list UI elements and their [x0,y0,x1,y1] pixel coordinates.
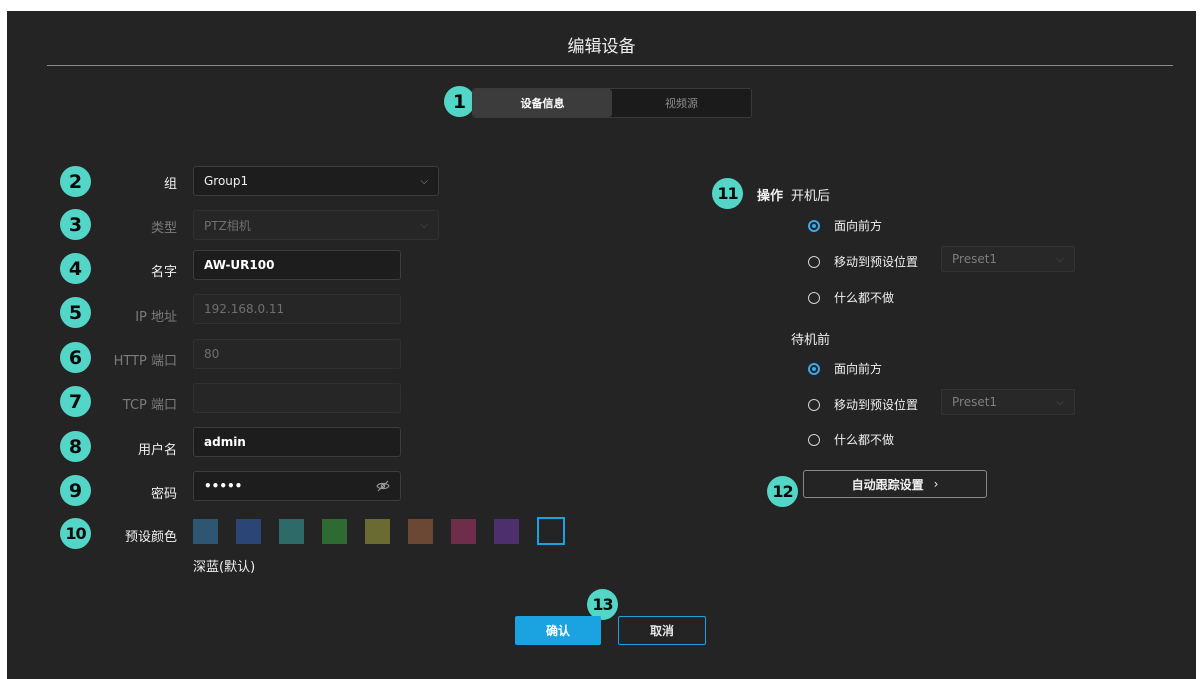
auto-tracking-settings-label: 自动跟踪设置 [851,477,924,492]
cancel-button[interactable]: 取消 [618,616,706,645]
before-standby-option-front-label: 面向前方 [834,362,883,376]
callout-badge-11: 11 [712,178,743,209]
dialog-title: 编辑设备 [567,37,636,57]
type-label: 类型 [150,221,177,236]
tab-device-info[interactable]: 设备信息 [473,89,612,117]
type-select-value: PTZ相机 [204,218,251,233]
group-select-value: Group1 [204,174,249,188]
selected-color-name: 深蓝(默认) [193,560,256,575]
callout-badge-12: 12 [767,476,798,507]
ip-input: 192.168.0.11 [193,294,401,324]
radio-checked-icon [808,219,820,232]
before-standby-option-nothing[interactable]: 什么都不做 [808,431,894,448]
callout-badge-1: 1 [444,86,475,117]
before-standby-option-preset-label: 移动到预设位置 [834,398,919,412]
chevron-right-icon: › [933,477,939,491]
before-standby-option-preset[interactable]: 移动到预设位置 [808,396,918,413]
password-label: 密码 [150,487,177,502]
color-swatch-1[interactable] [193,518,218,544]
after-boot-option-front[interactable]: 面向前方 [808,217,882,234]
username-input[interactable]: admin [193,427,401,457]
edit-device-dialog: 编辑设备 1 设备信息 视频源 2 3 4 5 6 7 8 9 10 组 类型 … [7,11,1196,679]
chevron-down-icon: ⌵ [1056,253,1064,265]
group-select[interactable]: Group1 ⌵ [193,166,439,196]
radio-checked-icon [808,362,820,375]
preset-color-label: 预设颜色 [124,530,177,545]
after-boot-preset-select: Preset1 ⌵ [941,246,1075,272]
chevron-down-icon: ⌵ [420,219,428,231]
title-divider [47,65,1173,66]
auto-tracking-settings-button[interactable]: 自动跟踪设置 › [803,470,987,498]
color-swatch-7[interactable] [451,518,476,544]
radio-unchecked-icon [808,291,820,304]
after-boot-option-front-label: 面向前方 [834,219,883,233]
before-standby-preset-select: Preset1 ⌵ [941,389,1075,415]
before-standby-title: 待机前 [791,333,831,348]
http-port-label: HTTP 端口 [113,354,177,369]
name-input[interactable]: AW-UR100 [193,250,401,280]
name-label: 名字 [150,265,177,280]
tcp-port-input [193,383,401,413]
http-port-input: 80 [193,339,401,369]
before-standby-option-front[interactable]: 面向前方 [808,360,882,377]
radio-unchecked-icon [808,255,820,268]
chevron-down-icon: ⌵ [1056,396,1064,408]
color-swatch-3[interactable] [279,518,304,544]
color-swatch-9[interactable] [537,517,565,545]
operation-label: 操作 [757,189,784,204]
tab-bar: 设备信息 视频源 [472,88,752,118]
after-boot-option-nothing-label: 什么都不做 [834,291,895,305]
color-swatch-4[interactable] [322,518,347,544]
ip-label: IP 地址 [135,310,177,325]
type-select: PTZ相机 ⌵ [193,210,439,240]
color-swatch-6[interactable] [408,518,433,544]
radio-unchecked-icon [808,398,820,411]
color-swatch-5[interactable] [365,518,390,544]
eye-off-icon[interactable] [376,480,390,492]
username-label: 用户名 [137,443,177,458]
tcp-port-label: TCP 端口 [122,398,177,413]
color-swatch-2[interactable] [236,518,261,544]
after-boot-title: 开机后 [791,189,831,204]
before-standby-preset-value: Preset1 [952,395,998,409]
after-boot-preset-value: Preset1 [952,252,998,266]
color-swatch-8[interactable] [494,518,519,544]
radio-unchecked-icon [808,433,820,446]
after-boot-option-preset-label: 移动到预设位置 [834,255,919,269]
after-boot-option-preset[interactable]: 移动到预设位置 [808,253,918,270]
before-standby-option-nothing-label: 什么都不做 [834,433,895,447]
chevron-down-icon: ⌵ [420,175,428,187]
password-input[interactable]: ••••• [193,471,401,501]
password-value: ••••• [204,479,243,493]
preset-color-swatches [193,517,565,545]
tab-video-source[interactable]: 视频源 [612,89,751,117]
group-label: 组 [163,177,177,192]
after-boot-option-nothing[interactable]: 什么都不做 [808,289,894,306]
confirm-button[interactable]: 确认 [515,616,601,645]
